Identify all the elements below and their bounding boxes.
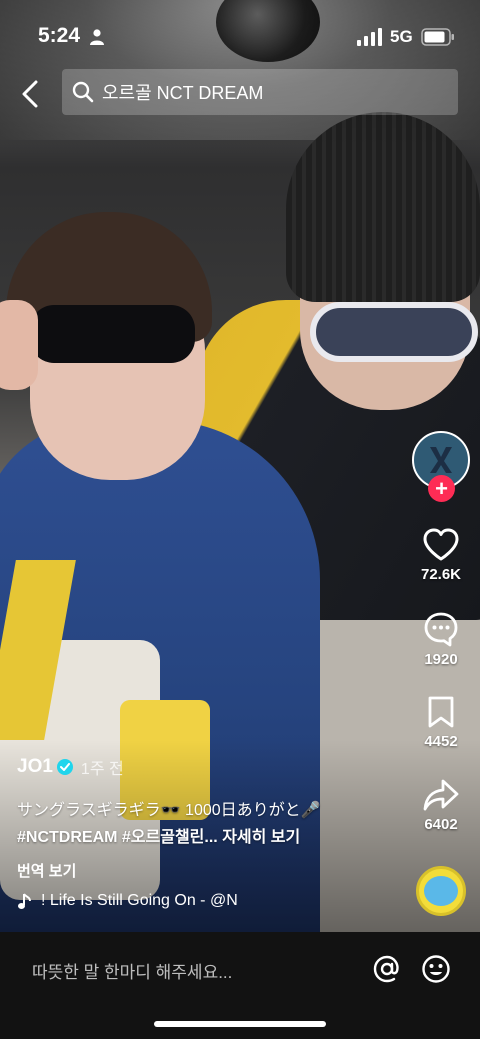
music-note-icon xyxy=(18,893,31,909)
search-icon xyxy=(72,81,94,103)
search-query: 오르골 NCT DREAM xyxy=(102,83,264,103)
comment-count: 1920 xyxy=(424,651,458,668)
back-button[interactable] xyxy=(12,74,48,114)
battery-icon xyxy=(421,28,454,46)
verified-icon xyxy=(56,759,73,775)
video-player[interactable] xyxy=(0,0,480,932)
search-input[interactable]: 오르골 NCT DREAM xyxy=(62,69,458,115)
comment-icon xyxy=(424,612,458,647)
caption[interactable]: サングラスギラギラ🕶️ 1000日ありがと🎤 #NCTDREAM #오르골챌린.… xyxy=(17,797,397,851)
comment-input[interactable]: 따뜻한 말 한마디 해주세요... xyxy=(32,958,232,983)
share-count: 6402 xyxy=(424,816,458,833)
avatar-logo-icon xyxy=(430,447,452,473)
music-disc-art xyxy=(424,876,458,906)
caption-text: サングラスギラギラ🕶️ 1000日ありがと🎤 xyxy=(17,802,321,819)
follow-plus: + xyxy=(435,475,448,501)
music-disc[interactable] xyxy=(416,866,466,916)
music-row[interactable]: ! Life Is Still Going On - @N xyxy=(17,892,238,910)
home-indicator[interactable] xyxy=(154,1021,326,1027)
bookmark-icon xyxy=(428,696,454,728)
like-count: 72.6K xyxy=(420,566,462,583)
see-more-link[interactable]: 자세히 보기 xyxy=(222,829,300,846)
network-type: 5G xyxy=(390,27,413,46)
caption-hashtags[interactable]: #NCTDREAM #오르골챌린... xyxy=(17,829,218,846)
post-time: 1주 전 xyxy=(80,761,124,778)
person-left-sunglasses xyxy=(30,305,195,363)
like-button[interactable]: 72.6K xyxy=(410,528,472,583)
music-title: ! Life Is Still Going On - @N xyxy=(41,892,238,909)
status-time: 5:24 xyxy=(38,24,81,47)
author-row: JO1 1주 전 xyxy=(17,755,124,779)
at-icon[interactable] xyxy=(372,954,402,984)
share-button[interactable]: 6402 xyxy=(410,778,472,833)
heart-icon xyxy=(423,528,459,561)
person-icon xyxy=(90,29,104,45)
signal-icon xyxy=(357,28,382,46)
person-left-hand xyxy=(0,300,38,390)
bookmark-count: 4452 xyxy=(424,733,458,750)
bookmark-button[interactable]: 4452 xyxy=(410,695,472,750)
status-bar: 5:24 5G xyxy=(0,0,480,70)
author-name[interactable]: JO1 xyxy=(17,756,53,778)
emoji-icon[interactable] xyxy=(421,954,451,984)
comment-button[interactable]: 1920 xyxy=(410,611,472,668)
comment-bar: 따뜻한 말 한마디 해주세요... xyxy=(0,932,480,1039)
translate-link[interactable]: 번역 보기 xyxy=(17,860,76,881)
person-right-sunglasses xyxy=(310,302,478,362)
follow-button[interactable]: + xyxy=(428,475,455,502)
back-arrow-icon xyxy=(22,80,38,108)
share-icon xyxy=(423,779,459,811)
